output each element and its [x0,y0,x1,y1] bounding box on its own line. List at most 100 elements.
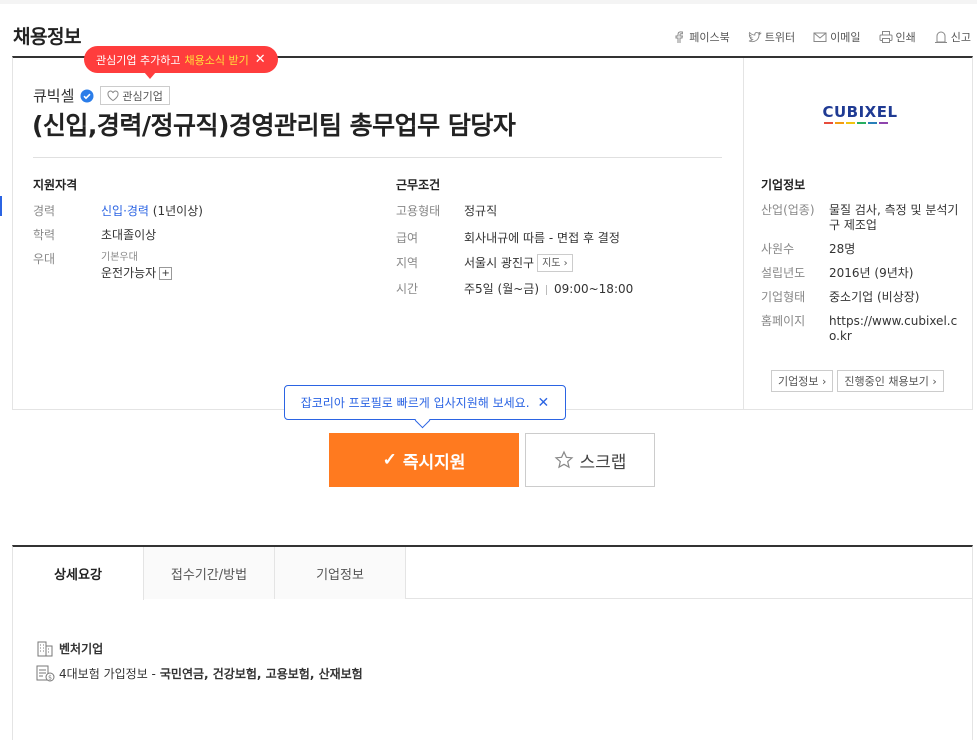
scroll-indicator [0,196,2,216]
tab-application-period[interactable]: 접수기간/방법 [144,547,275,599]
company-founded-label: 설립년도 [761,266,806,280]
work-hours: 09:00~18:00 [554,282,634,296]
conditions-heading: 근무조건 [396,178,441,192]
company-name[interactable]: 큐빅셀 [33,85,74,106]
company-employees-value: 28명 [829,242,856,256]
close-icon[interactable]: ✕ [538,395,550,411]
employment-type-label: 고용형태 [396,204,441,218]
email-icon [813,32,827,42]
preference-label: 우대 [33,252,56,266]
chevron-right-icon: › [563,257,568,269]
preference-row: 우대 기본우대 운전가능자 + [33,251,373,282]
insurance-coin-icon: $ [36,665,55,682]
apply-tip-text: 잡코리아 프로필로 빠르게 입사지원해 보세요. [300,396,530,410]
apply-tip-tooltip: 잡코리아 프로필로 빠르게 입사지원해 보세요. ✕ [284,385,566,420]
qualifications-block: 지원자격 경력 신입·경력 (1년이상) 학력 초대졸이상 우대 기본우대 운전… [33,176,373,282]
education-row: 학력 초대졸이상 [33,227,373,244]
share-email[interactable]: 이메일 [813,29,861,45]
detail-tab-row: 상세요강 접수기간/방법 기업정보 [13,547,973,600]
company-info-heading: 기업정보 [761,178,806,192]
work-time-value-wrap: 주5일 (월~금) 09:00~18:00 [464,281,633,298]
star-icon [554,450,573,469]
company-industry-label: 산업(업종) [761,203,815,217]
company-logo[interactable]: CUBIXEL [810,102,910,126]
report-icon [934,31,947,43]
salary-label: 급여 [396,231,419,245]
share-facebook-label: 페이스북 [689,31,730,44]
chevron-right-icon: › [932,375,937,388]
location-value: 서울시 광진구 [464,255,535,270]
scrap-button[interactable]: 스크랩 [525,433,655,487]
svg-text:$: $ [48,675,52,682]
company-type-row: 기업형태 중소기업 (비상장) [761,290,961,305]
company-type-label: 기업형태 [761,290,806,304]
building-icon [37,641,53,657]
share-twitter[interactable]: 트위터 [748,29,795,45]
apply-now-button[interactable]: ✓ 즉시지원 [329,433,519,487]
company-line: 큐빅셀 관심기업 [33,85,170,106]
location-row: 지역 서울시 광진구 지도 › [396,254,726,272]
favorite-tooltip-text: 관심기업 추가하고 [96,53,181,67]
tab-details[interactable]: 상세요강 [13,547,144,600]
ongoing-jobs-link[interactable]: 진행중인 채용보기 › [837,370,944,392]
expand-plus-icon[interactable]: + [159,267,173,280]
career-label: 경력 [33,204,56,218]
company-homepage-link[interactable]: https://www.cubixel.co.kr [829,314,961,344]
company-info-link-label: 기업정보 [778,375,819,388]
share-bar: 페이스북 트위터 이메일 인쇄 신고 [672,29,971,45]
share-report[interactable]: 신고 [934,29,971,45]
apply-now-label: 즉시지원 [402,452,466,472]
tab-company-info[interactable]: 기업정보 [275,547,406,599]
chevron-right-icon: › [821,375,827,388]
scrap-label: 스크랩 [579,452,627,472]
share-facebook[interactable]: 페이스북 [672,29,730,45]
close-icon[interactable]: ✕ [255,52,266,67]
employment-type-row: 고용형태 정규직 [396,203,726,220]
favorite-tooltip: 관심기업 추가하고 채용소식 받기 ✕ [84,46,278,79]
salary-row: 급여 회사내규에 따름 - 면접 후 결정 [396,230,726,247]
job-summary-box: 관심기업 추가하고 채용소식 받기 ✕ 큐빅셀 관심기업 (신입,경력/정규직)… [12,46,973,410]
work-time-row: 시간 주5일 (월~금) 09:00~18:00 [396,281,726,298]
venture-row: 벤처기업 [35,639,363,657]
preference-sub: 기본우대 [101,252,138,263]
separator [546,284,548,295]
work-time-label: 시간 [396,282,419,296]
company-employees-row: 사원수 28명 [761,242,961,257]
share-print[interactable]: 인쇄 [879,29,916,45]
favorite-company-button[interactable]: 관심기업 [100,86,170,105]
ongoing-jobs-link-label: 진행중인 채용보기 [844,375,929,388]
preference-value-wrap: 기본우대 운전가능자 + [101,251,173,282]
share-twitter-label: 트위터 [764,31,796,44]
conditions-block: 근무조건 고용형태 정규직 급여 회사내규에 따름 - 면접 후 결정 지역 서… [396,176,726,298]
company-homepage-row: 홈페이지 https://www.cubixel.co.kr [761,314,961,344]
company-type-value: 중소기업 (비상장) [829,290,920,304]
career-value: 신입·경력 [101,204,149,218]
company-info-link[interactable]: 기업정보 › [771,370,834,392]
favorite-tooltip-highlight: 채용소식 받기 [184,53,249,67]
company-logo-text: CUBIXEL [822,103,897,121]
work-days: 주5일 (월~금) [464,282,540,296]
insurance-label: 4대보험 가입정보 - [59,666,156,681]
company-info-list: 산업(업종) 물질 검사, 측정 및 분석기구 제조업 사원수 28명 설립년도… [761,203,961,353]
career-row: 경력 신입·경력 (1년이상) [33,203,373,220]
education-value: 초대졸이상 [101,228,157,242]
top-strip [0,0,977,4]
education-label: 학력 [33,228,56,242]
favorite-company-label: 관심기업 [122,89,163,103]
job-title: (신입,경력/정규직)경영관리팀 총무업무 담당자 [32,111,516,140]
section-title: 채용정보 [13,26,81,48]
check-icon: ✓ [382,450,397,469]
job-summary-left: 관심기업 추가하고 채용소식 받기 ✕ 큐빅셀 관심기업 (신입,경력/정규직)… [13,46,743,410]
career-value-wrap: 신입·경력 (1년이상) [101,203,203,220]
career-detail: (1년이상) [148,204,203,218]
facebook-icon [675,31,684,43]
verified-badge-icon [80,89,94,102]
twitter-icon [748,31,762,43]
share-email-label: 이메일 [830,31,861,44]
company-links: 기업정보 › 진행중인 채용보기 › [771,370,944,392]
insurance-value: 국민연금, 건강보험, 고용보험, 산재보험 [159,666,363,681]
company-industry-row: 산업(업종) 물질 검사, 측정 및 분석기구 제조업 [761,203,961,233]
heart-icon [107,90,119,101]
map-button[interactable]: 지도 › [537,254,573,272]
map-button-label: 지도 [542,257,561,269]
